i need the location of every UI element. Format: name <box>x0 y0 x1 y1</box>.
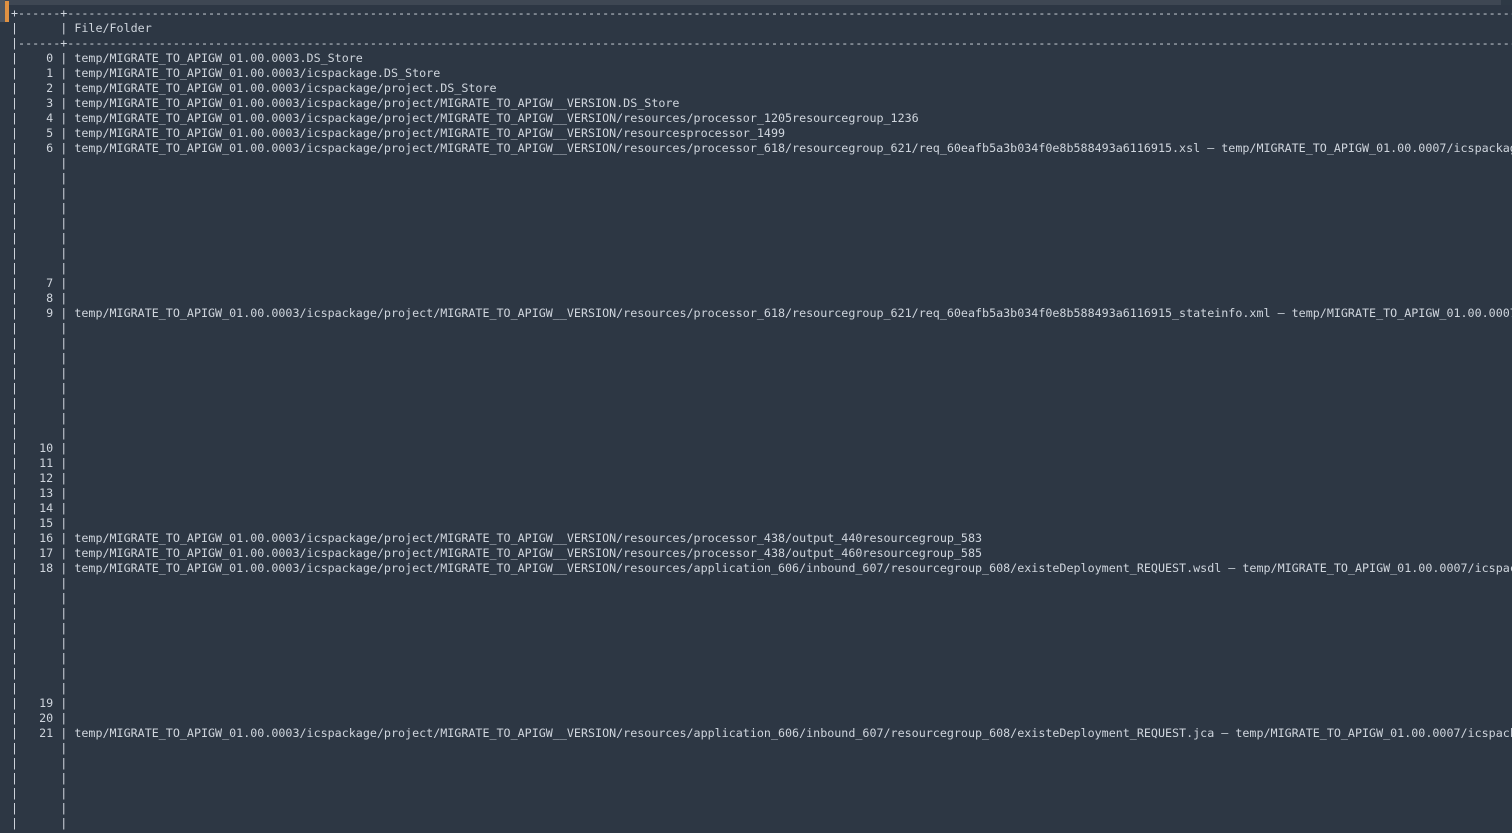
window-corner-notch <box>1501 0 1512 5</box>
scroll-indicator-thumb[interactable] <box>5 1 9 22</box>
window-top-edge <box>0 0 1512 5</box>
terminal-table: +------+--------------------------------… <box>11 6 1512 833</box>
terminal-window: +------+--------------------------------… <box>0 0 1512 833</box>
